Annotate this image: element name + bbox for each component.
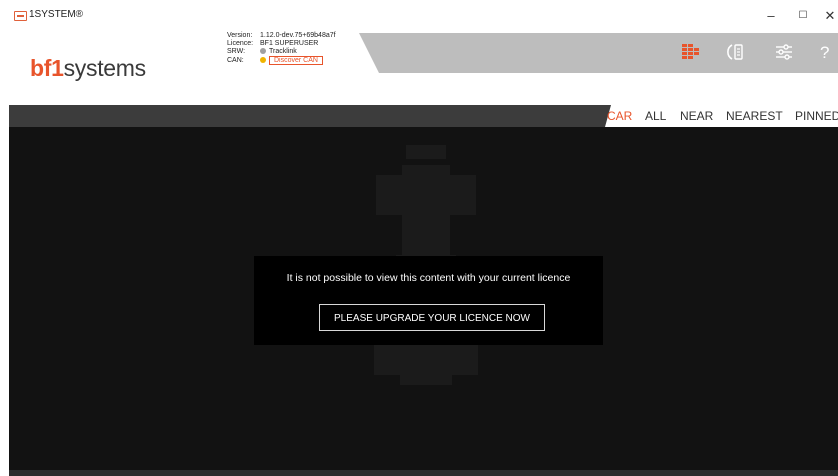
maximize-button[interactable]: ☐ xyxy=(795,10,811,22)
can-status-icon xyxy=(260,57,266,64)
help-icon[interactable]: ? xyxy=(817,41,833,63)
header-band xyxy=(359,33,838,73)
version-value: 1.12.0-dev.75+69b48a7f xyxy=(260,32,336,39)
svg-text:?: ? xyxy=(820,43,829,62)
srw-value: Tracklink xyxy=(269,48,297,55)
srw-status-icon xyxy=(260,48,266,55)
settings-sliders-icon[interactable] xyxy=(773,41,795,63)
tab-nearest[interactable]: NEAREST xyxy=(726,109,783,123)
tab-pinned[interactable]: PINNED xyxy=(795,109,838,123)
licence-message: It is not possible to view this content … xyxy=(286,272,571,284)
minimize-button[interactable]: – xyxy=(763,9,779,22)
can-label: CAN: xyxy=(227,57,244,64)
version-label: Version: xyxy=(227,32,253,39)
upgrade-licence-button[interactable]: PLEASE UPGRADE YOUR LICENCE NOW xyxy=(319,304,545,331)
content-area: It is not possible to view this content … xyxy=(9,127,838,470)
licence-value: BF1 SUPERUSER xyxy=(260,40,319,47)
grid-layout-icon[interactable] xyxy=(680,41,702,63)
tab-near[interactable]: NEAR xyxy=(680,109,713,123)
system-info: Version: 1.12.0-dev.75+69b48a7f Licence: B… xyxy=(227,32,336,65)
srw-label: SRW: xyxy=(227,48,246,55)
window-title-bar: 1SYSTEM® – ☐ ✕ xyxy=(0,0,838,31)
bluetooth-devices-icon[interactable] xyxy=(724,41,746,63)
brand-logo: bf1systems xyxy=(30,55,146,81)
tab-all[interactable]: ALL xyxy=(645,109,666,123)
tab-strip: CAR ALL NEAR NEAREST PINNED xyxy=(9,105,838,127)
app-header: bf1systems Version: 1.12.0-dev.75+69b48a7… xyxy=(9,31,838,105)
window-left-border xyxy=(0,105,9,476)
licence-label: Licence: xyxy=(227,40,254,47)
window-title: 1SYSTEM® xyxy=(29,9,84,20)
discover-can-button[interactable]: Discover CAN xyxy=(269,56,323,65)
app-icon xyxy=(14,11,27,21)
status-strip xyxy=(9,470,838,476)
licence-dialog: It is not possible to view this content … xyxy=(254,256,603,345)
tab-car[interactable]: CAR xyxy=(607,109,632,123)
close-button[interactable]: ✕ xyxy=(822,9,838,22)
